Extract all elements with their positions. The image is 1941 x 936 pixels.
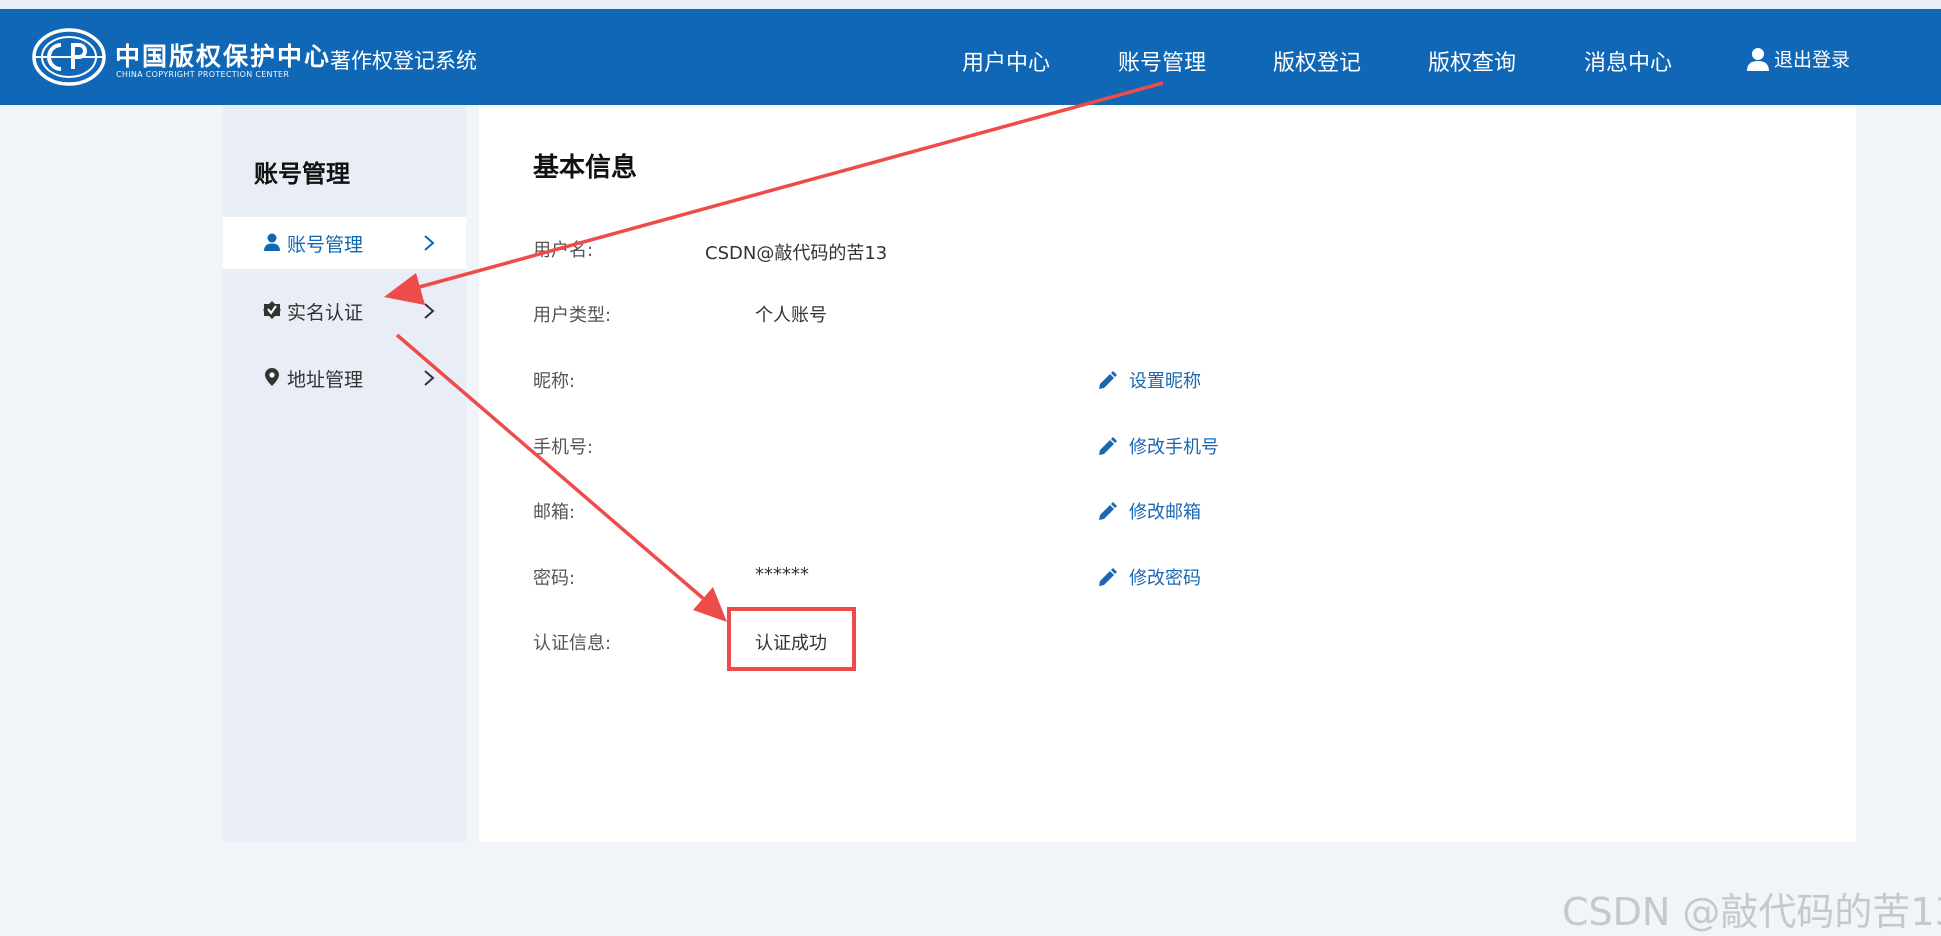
user-icon <box>1747 47 1769 71</box>
edit-password-link[interactable]: 修改密码 <box>1098 564 1201 590</box>
nav-copyright-registration[interactable]: 版权登记 <box>1273 45 1361 77</box>
system-name: 著作权登记系统 <box>330 49 477 73</box>
pencil-icon <box>1099 501 1117 520</box>
brand-name-cn: 中国版权保护中心 <box>115 42 332 71</box>
sidebar-title: 账号管理 <box>254 160 350 188</box>
top-header: 中国版权保护中心 CHINA COPYRIGHT PROTECTION CENT… <box>0 9 1941 105</box>
password-value: ****** <box>755 564 809 585</box>
nickname-label: 昵称: <box>533 371 576 392</box>
watermark: CSDN @敲代码的苦13 <box>1562 890 1941 934</box>
top-strip <box>0 0 1941 9</box>
set-nickname-label: 设置昵称 <box>1129 371 1201 392</box>
sidebar-item-label: 实名认证 <box>287 302 364 324</box>
email-label: 邮箱: <box>533 502 576 523</box>
nav-copyright-query[interactable]: 版权查询 <box>1428 45 1516 77</box>
sidebar-item-account-management[interactable]: 账号管理 <box>223 217 466 269</box>
brand-name-en: CHINA COPYRIGHT PROTECTION CENTER <box>116 70 290 79</box>
pencil-icon <box>1099 567 1117 586</box>
page-title: 基本信息 <box>533 153 638 183</box>
edit-email-link[interactable]: 修改邮箱 <box>1098 498 1201 524</box>
sidebar-item-label: 地址管理 <box>287 369 364 391</box>
edit-phone-label: 修改手机号 <box>1129 437 1219 458</box>
pencil-icon <box>1099 436 1117 455</box>
chevron-right-icon <box>424 370 435 386</box>
edit-password-label: 修改密码 <box>1129 568 1201 589</box>
edit-email-label: 修改邮箱 <box>1129 502 1201 523</box>
pencil-icon <box>1099 370 1117 389</box>
nav-account-management[interactable]: 账号管理 <box>1118 45 1206 77</box>
edit-phone-link[interactable]: 修改手机号 <box>1098 433 1219 459</box>
main-panel: 基本信息 用户名: CSDN@敲代码的苦13 用户类型: 个人账号 昵称: 设置… <box>479 105 1856 842</box>
copyright-center-logo <box>32 28 106 86</box>
user-type-label: 用户类型: <box>533 305 612 326</box>
phone-label: 手机号: <box>533 437 594 458</box>
sidebar-item-label: 账号管理 <box>287 234 364 256</box>
verified-badge-icon <box>263 301 281 319</box>
sidebar-item-address-management[interactable]: 地址管理 <box>223 352 466 404</box>
chevron-right-icon <box>424 235 435 251</box>
password-label: 密码: <box>533 568 576 589</box>
auth-info-label: 认证信息: <box>533 633 612 654</box>
user-icon <box>264 233 280 251</box>
logout-label: 退出登录 <box>1774 49 1851 71</box>
username-value: CSDN@敲代码的苦13 <box>705 243 888 264</box>
set-nickname-link[interactable]: 设置昵称 <box>1098 367 1201 393</box>
location-pin-icon <box>265 368 279 386</box>
nav-message-center[interactable]: 消息中心 <box>1584 45 1672 77</box>
username-label: 用户名: <box>533 240 594 261</box>
chevron-right-icon <box>424 303 435 319</box>
annotation-highlight-box <box>727 607 856 671</box>
sidebar: 账号管理 账号管理 实名认证 地址管理 <box>223 105 466 842</box>
logout-button[interactable]: 退出登录 <box>1747 45 1850 72</box>
sidebar-item-real-name-auth[interactable]: 实名认证 <box>223 285 466 337</box>
user-type-value: 个人账号 <box>755 305 827 326</box>
nav-user-center[interactable]: 用户中心 <box>962 45 1050 77</box>
